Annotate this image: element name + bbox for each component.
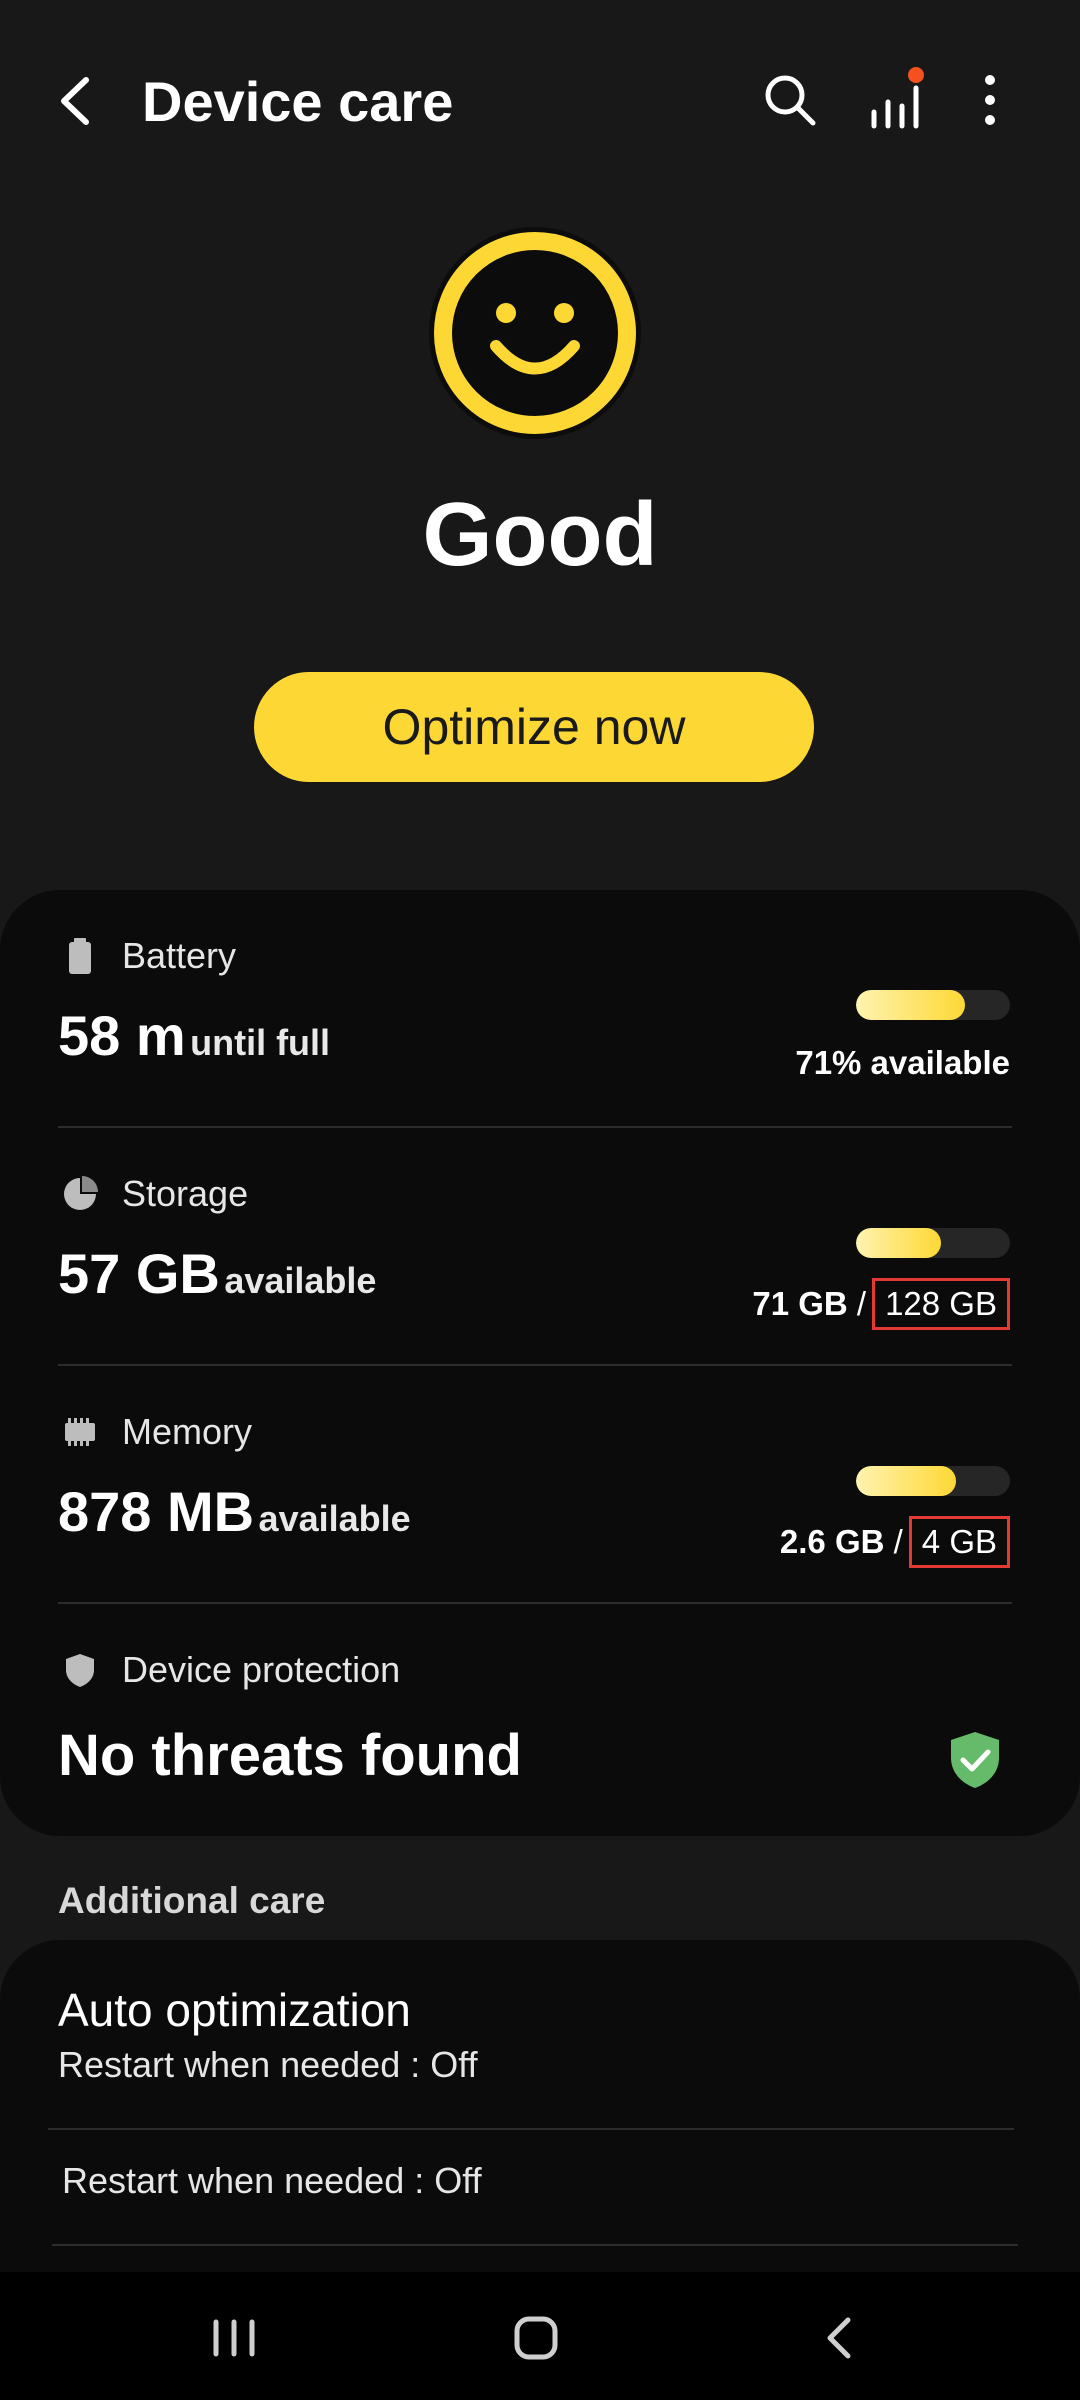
divider [48, 2128, 1014, 2130]
battery-bar-fill [856, 990, 966, 1020]
battery-available: 71% available [795, 1040, 1010, 1086]
memory-label: Memory [122, 1411, 253, 1452]
storage-amount: 57 GB [58, 1242, 220, 1305]
status-smiley [428, 226, 642, 440]
memory-amount: 878 MB [58, 1480, 255, 1543]
memory-used: 2.6 GB [779, 1523, 885, 1560]
status-card: Battery 58 m until full 71% available St… [0, 890, 1080, 1836]
memory-total: 4 GB [908, 1516, 1010, 1568]
storage-bar [856, 1228, 1010, 1258]
section-title-additional-care: Additional care [58, 1880, 326, 1921]
notification-dot [908, 67, 924, 83]
more-vert-icon [985, 75, 995, 125]
memory-bar [856, 1466, 1010, 1496]
back-icon [827, 2317, 851, 2359]
storage-usage: 71 GB /128 GB [752, 1278, 1010, 1330]
back-nav-button[interactable] [800, 2306, 880, 2370]
home-button[interactable] [496, 2306, 576, 2370]
more-options-button[interactable] [970, 70, 1010, 130]
storage-value: 57 GB available [58, 1238, 376, 1325]
divider [52, 2244, 1018, 2246]
back-arrow-icon [61, 77, 89, 125]
memory-separator: / [893, 1523, 903, 1560]
back-button[interactable] [52, 70, 100, 132]
memory-row[interactable]: Memory 878 MB available 2.6 GB /4 GB [0, 1366, 1080, 1603]
memory-usage: 2.6 GB /4 GB [780, 1516, 1010, 1568]
battery-value: 58 m until full [58, 1000, 330, 1087]
storage-separator: / [856, 1285, 867, 1322]
protection-status: No threats found [58, 1723, 522, 1788]
recent-apps-button[interactable] [194, 2306, 274, 2370]
shield-icon [66, 1654, 94, 1687]
memory-suffix: available [258, 1498, 411, 1539]
diagnostics-button[interactable] [866, 66, 926, 130]
search-icon [765, 75, 816, 126]
app-bar: Device care [0, 0, 1080, 200]
battery-icon [69, 938, 91, 974]
memory-bar-fill [856, 1466, 957, 1496]
status-text: Good [422, 485, 658, 585]
smiley-face-icon [429, 227, 641, 439]
storage-row[interactable]: Storage 57 GB available 71 GB /128 GB [0, 1128, 1080, 1365]
storage-total: 128 GB [872, 1278, 1010, 1330]
auto-optimization-subtitle: Restart when needed : Off [58, 2044, 478, 2085]
optimize-now-button[interactable]: Optimize now [254, 672, 814, 782]
list-item-subtitle[interactable]: Restart when needed : Off [62, 2156, 482, 2206]
memory-value: 878 MB available [58, 1476, 411, 1563]
pie-chart-icon [64, 1176, 98, 1210]
recent-apps-icon [213, 2319, 255, 2357]
battery-row[interactable]: Battery 58 m until full 71% available [0, 890, 1080, 1127]
storage-suffix: available [224, 1260, 377, 1301]
memory-chip-icon [65, 1418, 95, 1446]
shield-check-icon [951, 1732, 999, 1788]
home-icon [514, 2316, 558, 2360]
battery-bar [856, 990, 1010, 1020]
signal-bars-icon [871, 67, 924, 129]
page-title: Device care [142, 70, 454, 133]
battery-suffix: until full [190, 1022, 331, 1063]
storage-label: Storage [122, 1173, 249, 1214]
protection-label: Device protection [122, 1649, 401, 1690]
storage-bar-fill [856, 1228, 941, 1258]
auto-optimization-title[interactable]: Auto optimization [58, 1980, 411, 2040]
storage-used: 71 GB [752, 1285, 848, 1322]
search-button[interactable] [760, 70, 820, 130]
battery-label: Battery [122, 935, 237, 976]
battery-available-text: 71% available [795, 1044, 1010, 1081]
protection-row[interactable]: Device protection No threats found [0, 1604, 1080, 1841]
battery-time: 58 m [58, 1004, 186, 1067]
system-nav-bar [0, 2272, 1080, 2400]
